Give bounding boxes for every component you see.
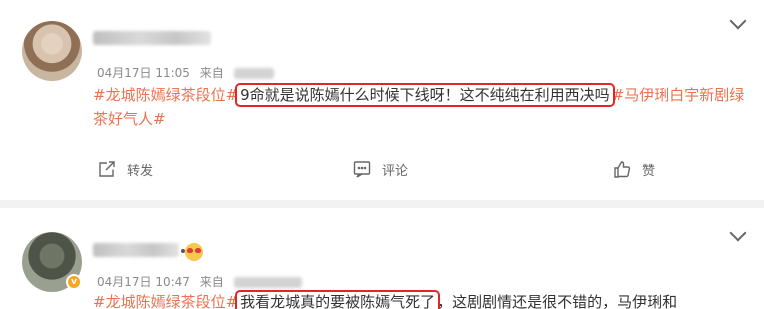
highlighted-text: 我看龙城真的要被陈嫣气死了 [235, 290, 441, 309]
post-content: #龙城陈嫣绿茶段位# 9命就是说陈嫣什么时候下线呀！这不纯纯在利用西决吗 #马伊琍白… [93, 83, 753, 131]
verified-badge-icon: v [66, 274, 82, 290]
like-button[interactable]: 赞 [612, 157, 655, 181]
chevron-down-icon[interactable] [729, 12, 747, 30]
source-blurred [233, 277, 302, 288]
username-blurred[interactable] [93, 243, 179, 257]
emoji-icon [185, 243, 203, 261]
repost-icon [99, 161, 115, 177]
hashtag-link[interactable]: #龙城陈嫣绿茶段位# [93, 86, 238, 104]
post-text: ，这剧剧情还是很不错的，马伊琍和 [437, 293, 678, 309]
post-divider [0, 200, 764, 208]
highlighted-text: 9命就是说陈嫣什么时候下线呀！这不纯纯在利用西决吗 [235, 83, 615, 107]
comment-button[interactable]: 评论 [352, 157, 408, 181]
source-blurred [233, 68, 274, 79]
repost-label: 转发 [127, 163, 154, 179]
post-content: #龙城陈嫣绿茶段位# 我看龙城真的要被陈嫣气死了 ，这剧剧情还是很不错的，马伊琍和 [93, 290, 764, 309]
username-blurred[interactable] [93, 31, 211, 45]
avatar[interactable] [22, 21, 82, 81]
post-meta: 04月17日 11:05 来自 [97, 64, 280, 81]
like-label: 赞 [642, 163, 656, 179]
comment-label: 评论 [382, 163, 409, 179]
post-time[interactable]: 04月17日 10:47 [97, 275, 190, 289]
source-prefix: 来自 [199, 66, 224, 80]
repost-button[interactable]: 转发 [97, 157, 153, 181]
like-icon [614, 161, 631, 178]
chevron-down-icon[interactable] [729, 224, 747, 242]
post-meta: 04月17日 10:47 来自 [97, 273, 308, 290]
weibo-post-2: 04月17日 10:47 来自 #龙城陈嫣绿茶段位# 我看龙城真的要被陈嫣气死了，… [0, 208, 764, 309]
comment-icon [353, 161, 371, 178]
post-time[interactable]: 04月17日 11:05 [97, 66, 190, 80]
post-actions: 转发 评论 赞 [0, 157, 764, 181]
hashtag-link[interactable]: #龙城陈嫣绿茶段位# [93, 293, 238, 309]
source-prefix: 来自 [199, 275, 224, 289]
weibo-post-1: 04月17日 11:05 来自 #龙城陈嫣绿茶段位# 9命就是说陈嫣什么时候下线呀… [0, 0, 764, 200]
